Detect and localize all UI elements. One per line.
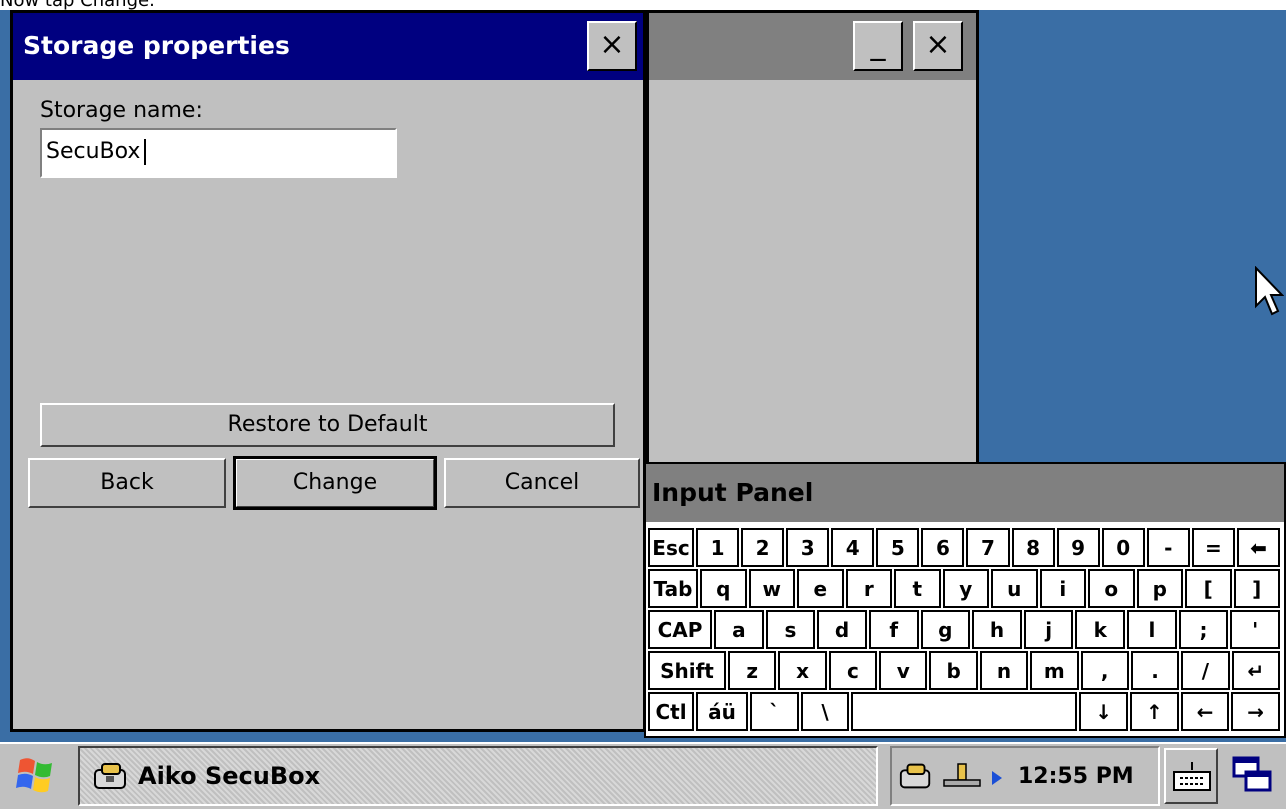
key[interactable]: 0 — [1101, 528, 1145, 567]
input-panel-titlebar: Input Panel — [646, 464, 1284, 522]
key[interactable]: q — [700, 569, 747, 608]
network-icon[interactable] — [940, 760, 984, 792]
key[interactable]: 4 — [831, 528, 875, 567]
storage-properties-dialog: Storage properties × Storage name: SecuB… — [10, 10, 646, 732]
key[interactable]: a — [714, 610, 764, 649]
back-button[interactable]: Back — [28, 458, 226, 508]
key[interactable]: Ctl — [648, 692, 694, 731]
key[interactable]: p — [1136, 569, 1183, 608]
cancel-button[interactable]: Cancel — [444, 458, 640, 508]
key[interactable]: ↑ — [1130, 692, 1179, 731]
key[interactable]: c — [828, 651, 878, 690]
input-panel: Input Panel Esc 1 2 3 4 5 6 7 8 9 0- = ⬅ Tab q w e r t y u i o… — [644, 462, 1286, 738]
switch-windows-button[interactable] — [1224, 748, 1282, 804]
key[interactable]: áü — [696, 692, 748, 731]
minimize-button[interactable]: _ — [853, 21, 903, 71]
key[interactable]: 2 — [741, 528, 785, 567]
change-button[interactable]: Change — [233, 456, 437, 510]
key[interactable]: k — [1075, 610, 1126, 649]
key[interactable]: [ — [1185, 569, 1232, 608]
key[interactable]: r — [845, 569, 892, 608]
key[interactable]: ⬅ — [1236, 528, 1280, 567]
key[interactable]: y — [942, 569, 989, 608]
soft-keyboard: Esc 1 2 3 4 5 6 7 8 9 0- = ⬅ Tab q w e r t y u i o p[] CAP a s d f g h… — [648, 528, 1282, 734]
storage-name-value: SecuBox — [46, 139, 141, 164]
key[interactable]: ← — [1180, 692, 1230, 731]
key[interactable]: \ — [800, 692, 850, 731]
key[interactable]: 8 — [1011, 528, 1055, 567]
key[interactable]: Shift — [648, 651, 726, 690]
key[interactable]: v — [879, 651, 928, 690]
taskbar-item-aiko-secubox[interactable]: Aiko SecuBox — [78, 746, 878, 806]
key[interactable]: . — [1130, 651, 1180, 690]
secubox-app-icon — [94, 763, 126, 789]
key[interactable]: = — [1191, 528, 1235, 567]
dialog-title: Storage properties — [23, 31, 290, 60]
key[interactable]: - — [1146, 528, 1190, 567]
key[interactable]: j — [1023, 610, 1074, 649]
dialog-close-button[interactable]: × — [587, 21, 637, 71]
key[interactable]: Esc — [648, 528, 694, 567]
key[interactable]: ↓ — [1079, 692, 1128, 731]
key[interactable]: 9 — [1056, 528, 1100, 567]
dialog-titlebar: Storage properties × — [13, 13, 643, 80]
key[interactable]: ↵ — [1231, 651, 1280, 690]
key[interactable]: l — [1127, 610, 1177, 649]
key[interactable]: s — [765, 610, 816, 649]
key[interactable]: / — [1181, 651, 1230, 690]
key[interactable]: n — [979, 651, 1029, 690]
text-caret — [144, 139, 147, 165]
system-tray: 12:55 PM — [890, 746, 1160, 806]
input-panel-title: Input Panel — [652, 478, 814, 507]
key[interactable]: CAP — [648, 610, 712, 649]
key[interactable]: ' — [1230, 610, 1280, 649]
key[interactable]: b — [929, 651, 978, 690]
key[interactable]: ; — [1178, 610, 1229, 649]
key[interactable]: m — [1030, 651, 1079, 690]
restore-default-button[interactable]: Restore to Default — [40, 403, 615, 447]
key[interactable]: o — [1088, 569, 1135, 608]
key[interactable]: t — [894, 569, 941, 608]
key[interactable]: g — [920, 610, 971, 649]
key[interactable]: d — [817, 610, 867, 649]
clock: 12:55 PM — [1018, 764, 1134, 789]
storage-name-input[interactable]: SecuBox — [40, 128, 397, 178]
windows-flag-icon — [16, 758, 52, 793]
keyboard-icon — [1173, 762, 1211, 791]
key[interactable]: e — [797, 569, 844, 608]
key[interactable]: ] — [1233, 569, 1280, 608]
key[interactable]: z — [728, 651, 777, 690]
input-panel-toggle-button[interactable] — [1164, 748, 1218, 804]
key[interactable]: 1 — [696, 528, 740, 567]
secubox-tray-icon[interactable] — [898, 760, 934, 792]
key[interactable]: i — [1039, 569, 1086, 608]
key[interactable]: w — [748, 569, 795, 608]
key[interactable]: → — [1231, 692, 1280, 731]
key[interactable]: 3 — [786, 528, 830, 567]
close-icon: × — [599, 27, 625, 62]
key[interactable]: x — [778, 651, 827, 690]
start-button[interactable] — [10, 750, 64, 802]
minimize-icon: _ — [870, 27, 886, 62]
key-space[interactable] — [851, 692, 1078, 731]
windows-stack-icon — [1232, 756, 1272, 792]
key[interactable]: 5 — [876, 528, 920, 567]
tray-expand-arrow-icon[interactable] — [990, 770, 1004, 786]
key[interactable]: f — [868, 610, 919, 649]
instruction-text: Now tap Change. — [0, 0, 155, 11]
key[interactable]: u — [991, 569, 1038, 608]
storage-name-label: Storage name: — [40, 98, 203, 123]
key[interactable]: 7 — [966, 528, 1010, 567]
task-label: Aiko SecuBox — [138, 762, 321, 790]
key[interactable]: ` — [750, 692, 799, 731]
key[interactable]: 6 — [921, 528, 965, 567]
background-window-close-button[interactable]: × — [913, 21, 963, 71]
key[interactable]: , — [1080, 651, 1129, 690]
key[interactable]: h — [972, 610, 1022, 649]
mouse-pointer-icon — [1255, 266, 1284, 316]
key[interactable]: Tab — [648, 569, 698, 608]
close-icon: × — [925, 27, 951, 62]
background-window-titlebar: _ × — [649, 13, 976, 80]
